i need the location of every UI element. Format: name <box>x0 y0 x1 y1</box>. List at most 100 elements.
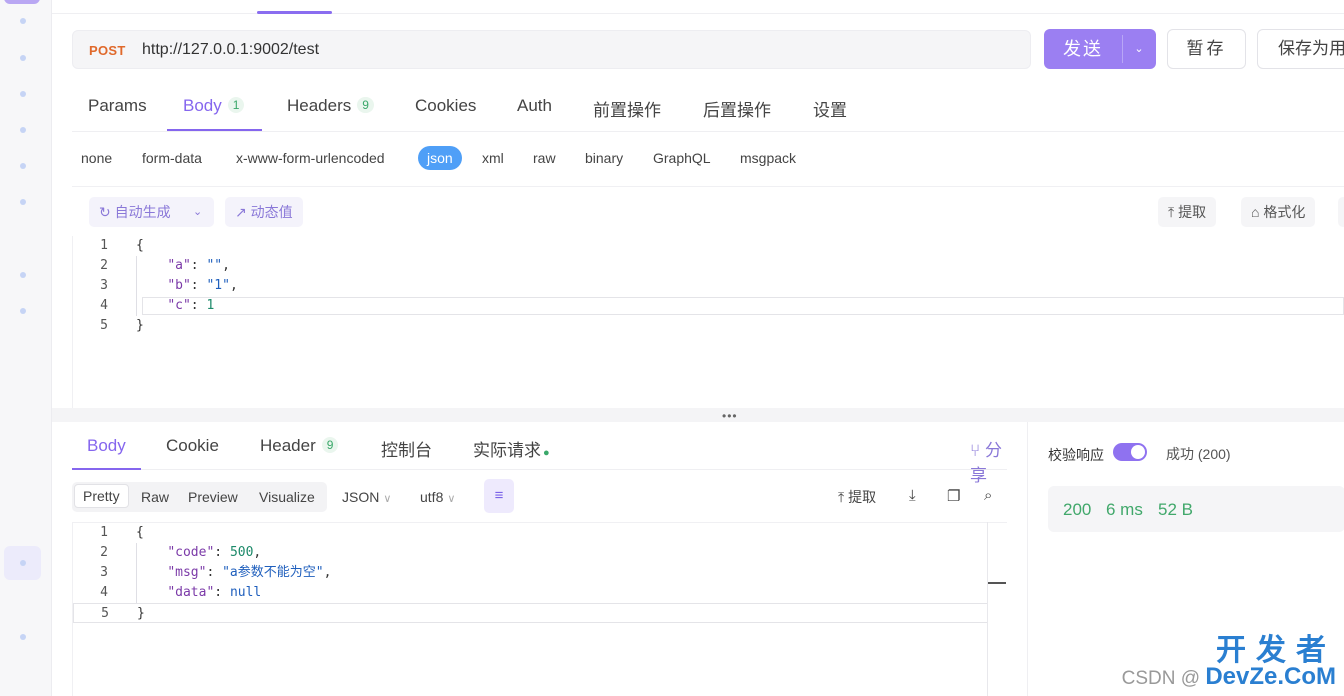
request-tabs: Params Body 1 Headers 9 Cookies Auth 前置操作 … <box>72 80 1344 132</box>
save-draft-button[interactable]: 暂存 <box>1167 29 1246 69</box>
response-tab-body[interactable]: Body <box>87 436 126 456</box>
rail-top-item[interactable] <box>4 0 40 4</box>
response-extract-label: 提取 <box>848 489 877 505</box>
code-text: "b": "1", <box>167 278 238 293</box>
tab-headers-label: Headers <box>287 96 352 115</box>
word-wrap-icon[interactable]: ≡ <box>484 479 514 513</box>
rail-dot[interactable] <box>20 272 26 278</box>
tab-post-ops[interactable]: 后置操作 <box>703 96 771 121</box>
rail-dot[interactable] <box>20 163 26 169</box>
request-body-editor[interactable]: 1{ 2 "a": "", 3 "b": "1", 4 "c": 1 5} <box>72 236 1344 408</box>
tab-body[interactable]: Body 1 <box>183 96 245 116</box>
json-value: null <box>229 585 262 600</box>
chevron-down-icon[interactable]: ⌄ <box>1122 29 1156 69</box>
tab-body-label: Body <box>183 96 222 115</box>
response-tab-console[interactable]: 控制台 <box>381 436 432 461</box>
share-button[interactable]: ⑂ 分享 <box>970 436 1007 486</box>
line-number: 4 <box>100 298 108 313</box>
scroll-position-marker[interactable] <box>988 582 1006 584</box>
method-selector[interactable]: POST <box>89 43 126 58</box>
code-text: "msg": "a参数不能为空", <box>167 565 332 580</box>
tab-settings[interactable]: 设置 <box>813 96 847 121</box>
drag-handle-icon[interactable]: ••• <box>722 409 738 423</box>
actual-request-label: 实际请求 <box>473 441 541 460</box>
code-line: 1{ <box>73 523 988 543</box>
send-button[interactable]: 发送 ⌄ <box>1044 29 1156 69</box>
view-visualize[interactable]: Visualize <box>259 489 315 505</box>
response-scrollbar[interactable] <box>987 522 1006 696</box>
response-tab-actual-request[interactable]: 实际请求 ● <box>473 436 550 461</box>
rail-dot[interactable] <box>20 18 26 24</box>
line-number: 3 <box>100 565 108 580</box>
response-tabs: Body Cookie Header 9 控制台 实际请求 ● ⑂ 分享 <box>72 422 1007 485</box>
body-type-json[interactable]: json <box>418 146 462 170</box>
dynamic-value-button[interactable]: ↗ 动态值 <box>225 197 303 227</box>
copy-icon[interactable]: ❐ <box>947 487 960 505</box>
validate-response-toggle[interactable] <box>1113 443 1147 461</box>
view-raw[interactable]: Raw <box>141 489 169 505</box>
format-value: JSON <box>342 489 380 505</box>
code-line: 3 "b": "1", <box>73 276 1344 296</box>
main-panel: POST http://127.0.0.1:9002/test 发送 ⌄ 暂存 … <box>52 0 1344 696</box>
rail-dot[interactable] <box>20 91 26 97</box>
pane-resize-handle[interactable]: ••• <box>52 408 1344 423</box>
format-label: 格式化 <box>1263 204 1306 220</box>
code-text: "c": 1 <box>167 298 215 313</box>
view-pretty[interactable]: Pretty <box>74 484 129 508</box>
response-extract-button[interactable]: ⤒ 提取 <box>838 487 876 507</box>
rail-dot[interactable] <box>20 55 26 61</box>
encoding-dropdown[interactable]: utf8 ∨ <box>420 489 455 505</box>
chevron-down-icon[interactable]: ⌄ <box>193 197 202 227</box>
rail-dot[interactable] <box>20 560 26 566</box>
format-button[interactable]: ⌂ 格式化 <box>1241 197 1316 227</box>
tab-pre-ops[interactable]: 前置操作 <box>593 96 661 121</box>
code-text: } <box>136 318 144 333</box>
body-type-msgpack[interactable]: msgpack <box>740 150 796 166</box>
rail-dot[interactable] <box>20 308 26 314</box>
url-input[interactable]: http://127.0.0.1:9002/test <box>142 41 319 59</box>
body-type-xml[interactable]: xml <box>482 150 504 166</box>
response-tab-cookie[interactable]: Cookie <box>166 436 219 456</box>
response-tab-header[interactable]: Header 9 <box>260 436 339 456</box>
json-value: 500 <box>229 545 254 560</box>
save-as-button[interactable]: 保存为用 <box>1257 29 1344 69</box>
format-icon: ⌂ <box>1251 204 1260 220</box>
chevron-down-icon: ∨ <box>447 493 456 505</box>
body-type-binary[interactable]: binary <box>585 150 623 166</box>
body-type-none[interactable]: none <box>81 150 112 166</box>
extract-button[interactable]: ⤒ 提取 <box>1158 197 1217 227</box>
tab-auth[interactable]: Auth <box>517 96 552 116</box>
response-body-viewer[interactable]: 1{ 2 "code": 500, 3 "msg": "a参数不能为空", 4 … <box>72 522 1007 696</box>
body-type-raw[interactable]: raw <box>533 150 556 166</box>
body-type-urlencoded[interactable]: x-www-form-urlencoded <box>236 150 385 166</box>
format-dropdown[interactable]: JSON ∨ <box>342 489 391 505</box>
download-icon[interactable]: ⤓ <box>909 487 916 504</box>
tab-headers[interactable]: Headers 9 <box>287 96 374 116</box>
rail-dot[interactable] <box>20 634 26 640</box>
watermark-brand: 开发者 <box>1216 634 1336 667</box>
json-value: "1" <box>206 278 230 293</box>
active-tab-indicator <box>167 129 262 131</box>
rail-dot[interactable] <box>20 127 26 133</box>
search-icon[interactable]: ⌕ <box>984 487 992 504</box>
editor-toolbar: ↻ 自动生成 ⌄ ↗ 动态值 ⤒ 提取 ⌂ 格式化 <box>72 186 1344 236</box>
body-type-graphql[interactable]: GraphQL <box>653 150 711 166</box>
body-type-form-data[interactable]: form-data <box>142 150 202 166</box>
code-text: "code": 500, <box>167 545 262 560</box>
rail-dot[interactable] <box>20 199 26 205</box>
left-rail <box>0 0 52 696</box>
json-value: "" <box>206 258 223 273</box>
auto-generate-button[interactable]: ↻ 自动生成 ⌄ <box>89 197 214 227</box>
send-label[interactable]: 发送 <box>1044 29 1122 69</box>
view-preview[interactable]: Preview <box>188 489 238 505</box>
line-number: 5 <box>101 606 109 621</box>
url-bar[interactable]: POST http://127.0.0.1:9002/test <box>72 30 1031 69</box>
more-button[interactable] <box>1338 197 1344 227</box>
tab-params[interactable]: Params <box>88 96 147 116</box>
json-value: 1 <box>206 298 215 313</box>
top-tab-indicator <box>257 11 332 14</box>
dynamic-value-label: 动态值 <box>250 204 293 220</box>
toggle-knob <box>1131 445 1145 459</box>
tab-cookies[interactable]: Cookies <box>415 96 476 116</box>
watermark-site: DevZe.CoM <box>1205 663 1336 690</box>
